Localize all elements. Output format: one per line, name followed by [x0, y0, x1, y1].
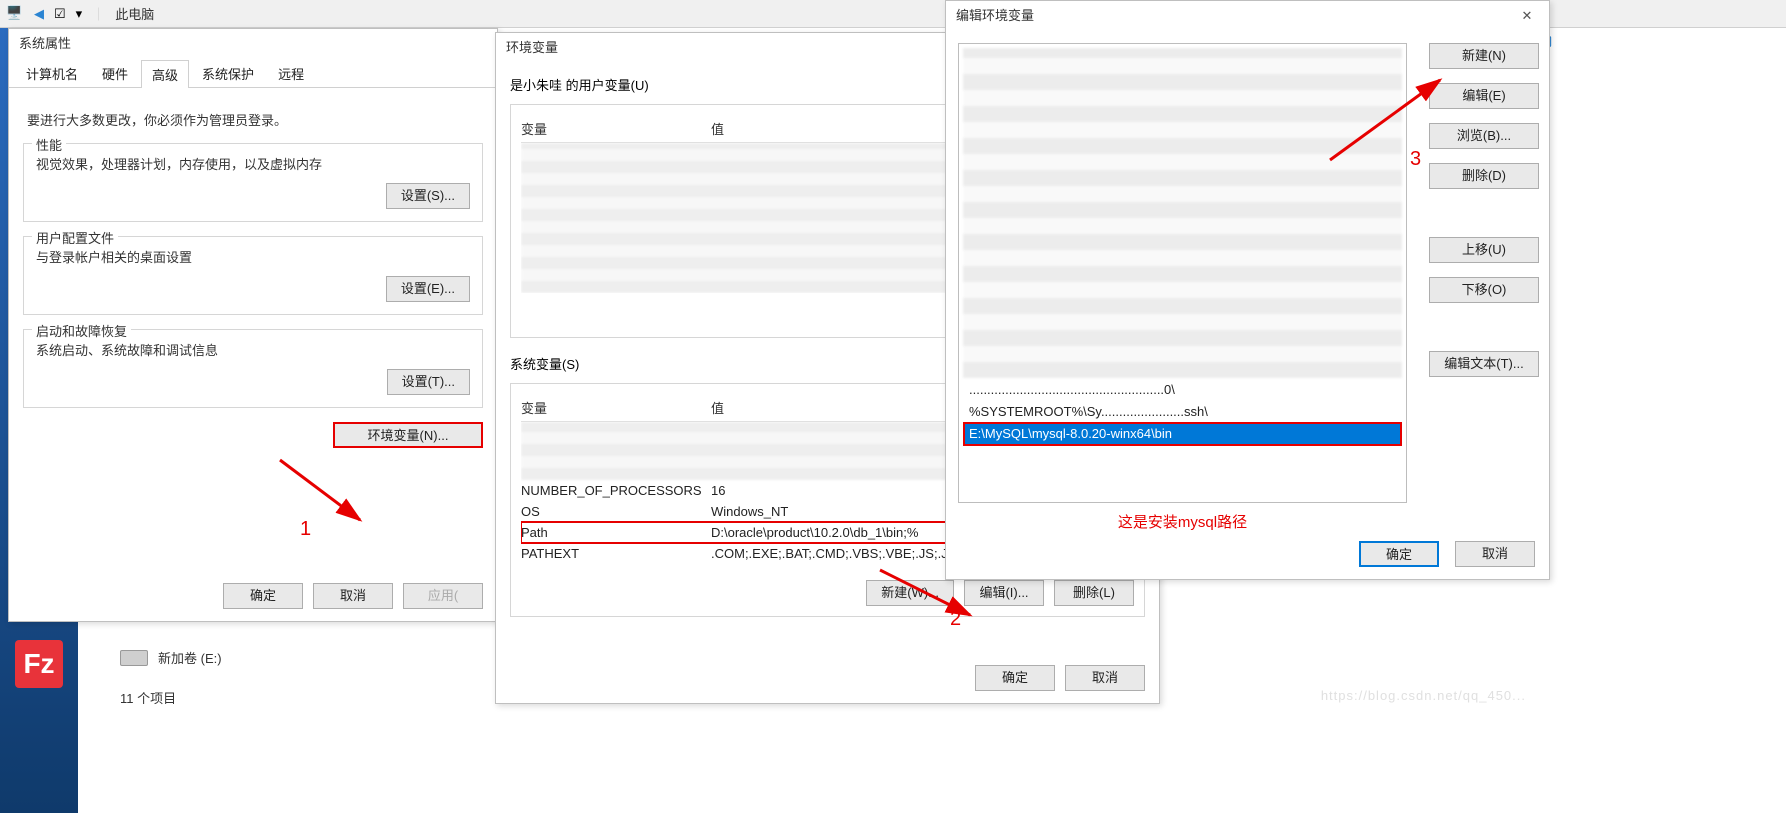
perf-settings-button[interactable]: 设置(S)...: [386, 183, 470, 209]
profile-desc: 与登录帐户相关的桌面设置: [36, 247, 470, 266]
col-value-2: 值: [711, 398, 724, 417]
dlg1-cancel-button[interactable]: 取消: [313, 583, 393, 609]
explorer-title: 此电脑: [115, 4, 154, 23]
list-item[interactable]: %SYSTEMROOT%\Sy.......................ss…: [965, 402, 1400, 422]
startup-legend: 启动和故障恢复: [32, 321, 131, 340]
startup-settings-button[interactable]: 设置(T)...: [387, 369, 470, 395]
tab-computer-name[interactable]: 计算机名: [15, 59, 89, 87]
drive-icon: [120, 650, 148, 666]
edit-env-var-dialog: 编辑环境变量 ✕ ...............................…: [945, 0, 1550, 580]
tab-hardware[interactable]: 硬件: [91, 59, 139, 87]
edit-button[interactable]: 编辑(E): [1429, 83, 1539, 109]
drive-label: 新加卷 (E:): [158, 648, 222, 667]
tab-system-protection[interactable]: 系统保护: [191, 59, 265, 87]
filezilla-icon[interactable]: Fz: [15, 640, 63, 688]
close-icon[interactable]: ✕: [1515, 4, 1539, 28]
perf-group: 性能 视觉效果，处理器计划，内存使用，以及虚拟内存 设置(S)...: [23, 143, 483, 222]
sys-new-button[interactable]: 新建(W)...: [866, 580, 954, 606]
perf-legend: 性能: [32, 135, 66, 154]
profile-settings-button[interactable]: 设置(E)...: [386, 276, 470, 302]
profile-legend: 用户配置文件: [32, 228, 118, 247]
profile-group: 用户配置文件 与登录帐户相关的桌面设置 设置(E)...: [23, 236, 483, 315]
status-bar: 11 个项目: [120, 688, 176, 707]
dlg1-intro: 要进行大多数更改，你必须作为管理员登录。: [27, 110, 483, 129]
delete-button[interactable]: 删除(D): [1429, 163, 1539, 189]
col-variable-2: 变量: [521, 398, 711, 417]
edit-text-button[interactable]: 编辑文本(T)...: [1429, 351, 1539, 377]
tab-advanced[interactable]: 高级: [141, 60, 189, 88]
browse-button[interactable]: 浏览(B)...: [1429, 123, 1539, 149]
move-up-button[interactable]: 上移(U): [1429, 237, 1539, 263]
annotation-note: 这是安装mysql路径: [958, 511, 1407, 532]
checkbox-icon[interactable]: ☑: [54, 6, 66, 22]
env-variables-button[interactable]: 环境变量(N)...: [333, 422, 483, 448]
list-item[interactable]: ........................................…: [965, 380, 1400, 400]
dlg1-ok-button[interactable]: 确定: [223, 583, 303, 609]
sys-edit-button[interactable]: 编辑(I)...: [964, 580, 1044, 606]
dlg1-title: 系统属性: [9, 29, 497, 59]
startup-group: 启动和故障恢复 系统启动、系统故障和调试信息 设置(T)...: [23, 329, 483, 408]
pc-icon: 🖥️: [6, 5, 24, 23]
startup-desc: 系统启动、系统故障和调试信息: [36, 340, 470, 359]
perf-desc: 视觉效果，处理器计划，内存使用，以及虚拟内存: [36, 154, 470, 173]
drive-item[interactable]: 新加卷 (E:): [120, 648, 222, 667]
watermark-text: https://blog.csdn.net/qq_450...: [1321, 688, 1526, 703]
dlg2-cancel-button[interactable]: 取消: [1065, 665, 1145, 691]
item-count: 11 个项目: [120, 688, 176, 707]
dlg2-ok-button[interactable]: 确定: [975, 665, 1055, 691]
list-item-selected[interactable]: E:\MySQL\mysql-8.0.20-winx64\bin: [965, 424, 1400, 444]
new-button[interactable]: 新建(N): [1429, 43, 1539, 69]
dropdown-icon[interactable]: ▾: [76, 6, 83, 22]
nav-back-icon[interactable]: ◀: [34, 6, 44, 22]
col-value: 值: [711, 119, 724, 138]
sys-delete-button[interactable]: 删除(L): [1054, 580, 1134, 606]
dlg3-cancel-button[interactable]: 取消: [1455, 541, 1535, 567]
tab-remote[interactable]: 远程: [267, 59, 315, 87]
col-variable: 变量: [521, 119, 711, 138]
move-down-button[interactable]: 下移(O): [1429, 277, 1539, 303]
dlg1-tabs: 计算机名 硬件 高级 系统保护 远程: [9, 59, 497, 88]
path-list[interactable]: ........................................…: [958, 43, 1407, 503]
dlg3-title: 编辑环境变量 ✕: [946, 1, 1549, 31]
system-properties-dialog: 系统属性 计算机名 硬件 高级 系统保护 远程 要进行大多数更改，你必须作为管理…: [8, 28, 498, 622]
dlg3-ok-button[interactable]: 确定: [1359, 541, 1439, 567]
dlg1-apply-button[interactable]: 应用(: [403, 583, 483, 609]
